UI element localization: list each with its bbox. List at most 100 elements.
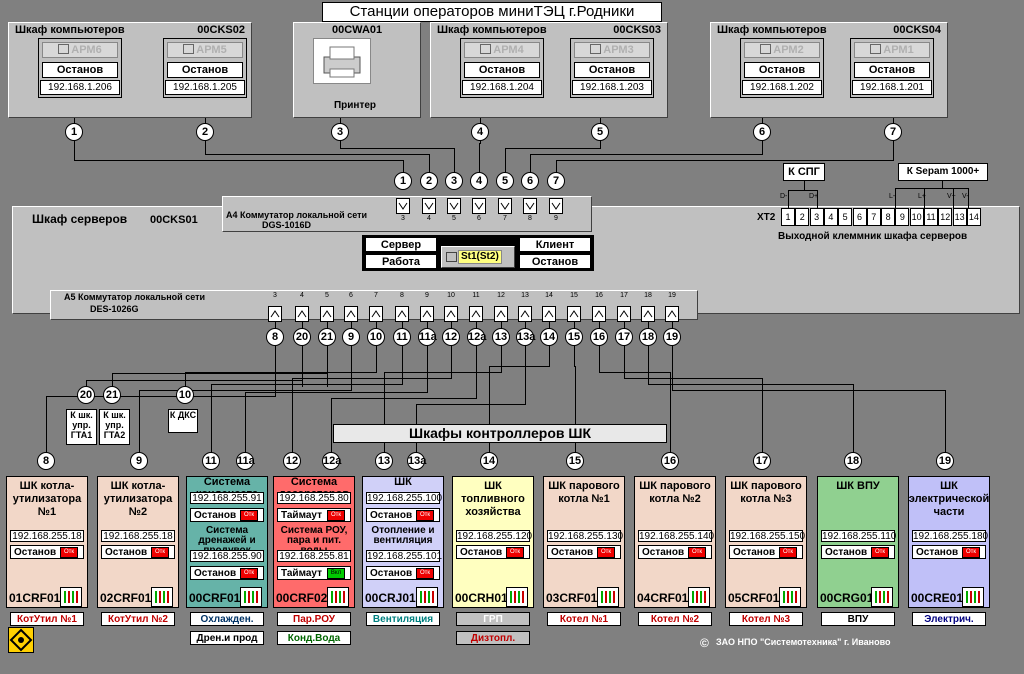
- station-ip: 192.168.1.205: [165, 80, 245, 95]
- controller-icon[interactable]: [962, 587, 984, 607]
- controller-icon[interactable]: [597, 587, 619, 607]
- nav-button[interactable]: КотУтил №2: [101, 612, 175, 626]
- arm-button[interactable]: АРМ1: [854, 42, 930, 58]
- switch-port[interactable]: [567, 306, 581, 322]
- cabinet-ip: 192.168.255.80: [277, 492, 351, 504]
- switch-port[interactable]: [549, 198, 563, 214]
- nav-button[interactable]: Пар.РОУ: [277, 612, 351, 626]
- switch-port[interactable]: [320, 306, 334, 322]
- switch-port[interactable]: [592, 306, 606, 322]
- node-number: 17: [753, 452, 771, 470]
- nav-button[interactable]: Котел №2: [638, 612, 712, 626]
- switch-port[interactable]: [344, 306, 358, 322]
- wire: [672, 390, 946, 391]
- gta-cabinet[interactable]: К шк. упр. ГТА1: [66, 409, 97, 445]
- st-label: St1(St2): [458, 250, 502, 264]
- controller-icon[interactable]: [240, 587, 262, 607]
- controller-icon[interactable]: [151, 587, 173, 607]
- nav-button[interactable]: Конд.Вода: [277, 631, 351, 645]
- nav-button[interactable]: Охлажден.: [190, 612, 264, 626]
- nav-button[interactable]: Дрен.и прод: [190, 631, 264, 645]
- nav-button[interactable]: Вентиляция: [366, 612, 440, 626]
- node-number: 17: [615, 328, 633, 346]
- wire: [205, 154, 430, 155]
- switch-port[interactable]: [469, 306, 483, 322]
- switch-port[interactable]: [518, 306, 532, 322]
- switch-port[interactable]: [542, 306, 556, 322]
- arm-button[interactable]: АРМ3: [574, 42, 650, 58]
- station-state: Останов: [854, 62, 930, 78]
- arm-button[interactable]: АРМ2: [744, 42, 820, 58]
- arm-button[interactable]: АРМ4: [464, 42, 540, 58]
- terminal[interactable]: 14: [966, 208, 981, 226]
- switch-port[interactable]: [617, 306, 631, 322]
- terminal[interactable]: 3: [809, 208, 824, 226]
- fault-indicator: Отк: [240, 568, 258, 579]
- switch-port[interactable]: [523, 198, 537, 214]
- terminal[interactable]: 9: [895, 208, 910, 226]
- station-ip: 192.168.1.206: [40, 80, 120, 95]
- arm-label: АРМ3: [603, 44, 634, 56]
- cabinet-code: 00CKS02: [197, 24, 245, 36]
- terminal[interactable]: 13: [952, 208, 967, 226]
- controller-icon[interactable]: [60, 587, 82, 607]
- switch-port[interactable]: [268, 306, 282, 322]
- terminal[interactable]: 12: [938, 208, 953, 226]
- terminal[interactable]: 8: [881, 208, 896, 226]
- cabinet-ip: 192.168.255.140: [638, 530, 715, 542]
- station-ip: 192.168.1.202: [742, 80, 822, 95]
- switch-port[interactable]: [369, 306, 383, 322]
- wire: [762, 141, 763, 155]
- cabinet-ip: 192.168.255.150: [729, 530, 806, 542]
- terminal[interactable]: 10: [909, 208, 924, 226]
- cabinet-code: 00CKS04: [893, 24, 941, 36]
- nav-button[interactable]: Дизтопл.: [456, 631, 530, 645]
- controller-icon[interactable]: [688, 587, 710, 607]
- port-label: 10: [447, 292, 455, 299]
- controller-icon[interactable]: [327, 587, 349, 607]
- terminal[interactable]: 7: [866, 208, 881, 226]
- terminal[interactable]: 11: [924, 208, 938, 226]
- dks-cabinet[interactable]: К ДКС: [168, 409, 198, 433]
- nav-button[interactable]: Котел №1: [547, 612, 621, 626]
- switch-port[interactable]: [494, 306, 508, 322]
- terminal[interactable]: 5: [838, 208, 853, 226]
- nav-button[interactable]: ГРП: [456, 612, 530, 626]
- switch-port[interactable]: [447, 198, 461, 214]
- terminal[interactable]: 4: [823, 208, 838, 226]
- arm-label: АРМ2: [773, 44, 804, 56]
- nav-button[interactable]: Котел №3: [729, 612, 803, 626]
- nav-button[interactable]: КотУтил №1: [10, 612, 84, 626]
- spg-box[interactable]: К СПГ: [783, 163, 825, 181]
- switch-port[interactable]: [444, 306, 458, 322]
- controller-icon[interactable]: [871, 587, 893, 607]
- terminal[interactable]: 6: [852, 208, 867, 226]
- switch-port[interactable]: [422, 198, 436, 214]
- nav-button[interactable]: Электрич.: [912, 612, 986, 626]
- switch-port[interactable]: [498, 198, 512, 214]
- terminal[interactable]: 2: [795, 208, 810, 226]
- wire: [74, 141, 75, 161]
- switch-port[interactable]: [665, 306, 679, 322]
- gta-cabinet[interactable]: К шк. упр. ГТА2: [99, 409, 130, 445]
- switch-port[interactable]: [641, 306, 655, 322]
- printer-icon[interactable]: [313, 38, 371, 84]
- monitor-icon: [760, 44, 772, 54]
- switch-port[interactable]: [295, 306, 309, 322]
- controller-icon[interactable]: [506, 587, 528, 607]
- client-role: Клиент: [519, 237, 591, 252]
- fault-indicator: Отк: [151, 547, 169, 558]
- controller-icon[interactable]: [779, 587, 801, 607]
- sepam-box[interactable]: К Sepam 1000+: [898, 163, 988, 181]
- controller-icon[interactable]: [416, 587, 438, 607]
- terminal[interactable]: 1: [781, 208, 795, 226]
- wire: [556, 160, 894, 161]
- switch-port[interactable]: [395, 306, 409, 322]
- arm-button[interactable]: АРМ5: [167, 42, 243, 58]
- station-ip: 192.168.1.201: [852, 80, 932, 95]
- switch-port[interactable]: [420, 306, 434, 322]
- nav-button[interactable]: ВПУ: [821, 612, 895, 626]
- arm-button[interactable]: АРМ6: [42, 42, 118, 58]
- switch-port[interactable]: [472, 198, 486, 214]
- st-button[interactable]: St1(St2): [441, 246, 515, 268]
